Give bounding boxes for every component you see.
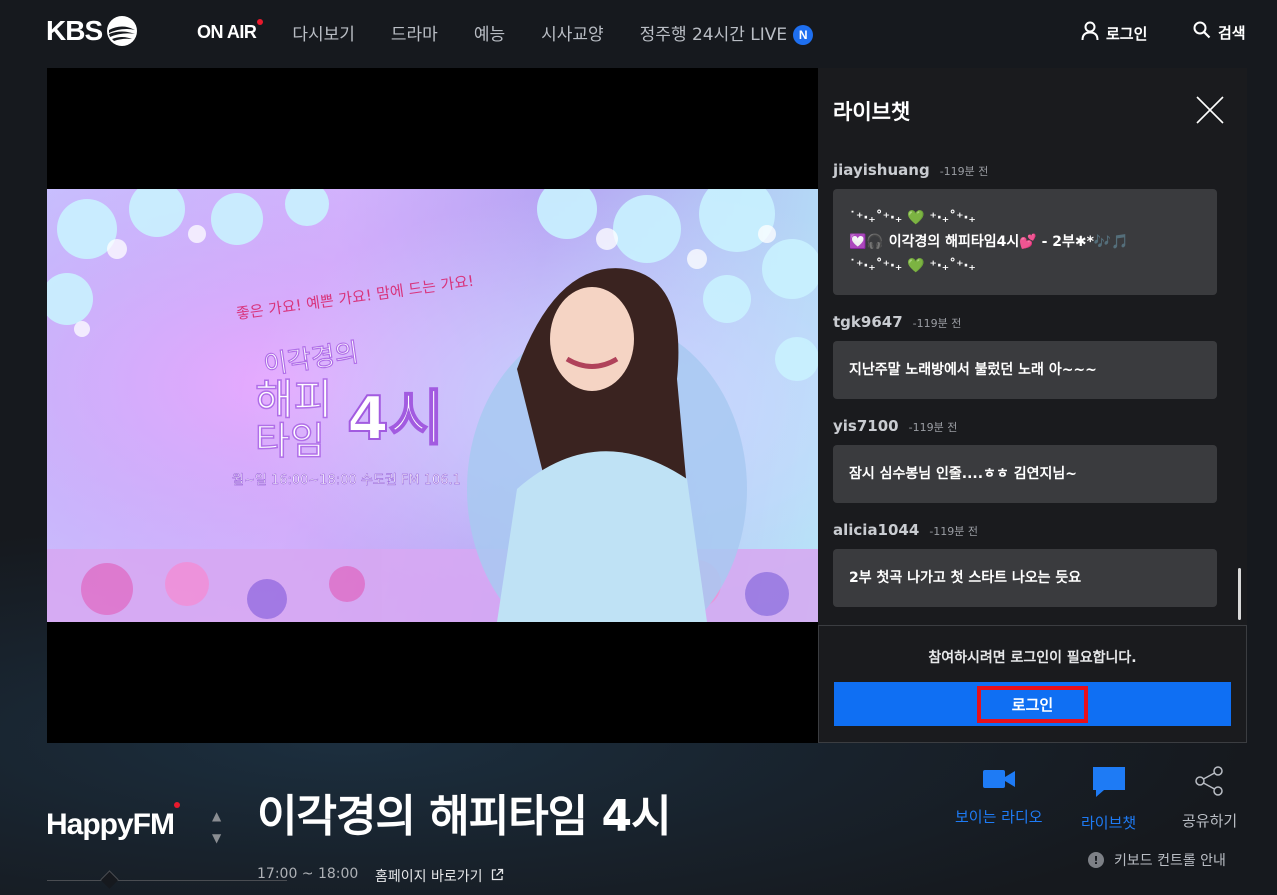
chat-message: tgk9647 -119분 전 지난주말 노래방에서 불렀던 노래 아~~~ bbox=[833, 313, 1217, 399]
video-player[interactable]: 좋은 가요! 예쁜 가요! 맘에 드는 가요! 이각경의 해피 타임 4시 월~… bbox=[47, 68, 818, 743]
live-chat-panel: 라이브챗 jiayishuang -119분 전 ˙⁺‧₊˚⁺‧₊ 💚 ⁺‧₊˚⁺… bbox=[818, 68, 1247, 743]
chat-message: alicia1044 -119분 전 2부 첫곡 나가고 첫 스타트 나오는 듯요 bbox=[833, 521, 1217, 607]
channel-label: HappyFM bbox=[46, 808, 175, 841]
main-nav: ON AIR 다시보기 드라마 예능 시사교양 정주행 24시간 LIVE N bbox=[197, 19, 849, 45]
keyboard-guide-label: 키보드 컨트롤 안내 bbox=[1114, 853, 1226, 869]
external-link-icon bbox=[491, 868, 504, 885]
info-icon: ! bbox=[1088, 852, 1104, 868]
homepage-link[interactable]: 홈페이지 바로가기 bbox=[375, 866, 504, 886]
header-search-button[interactable]: 검색 bbox=[1193, 21, 1246, 43]
login-notice: 참여하시려면 로그인이 필요합니다. bbox=[928, 650, 1137, 666]
channel-up-icon[interactable]: ▲ bbox=[212, 810, 221, 822]
chat-text: ˙⁺‧₊˚⁺‧₊ 💚 ⁺‧₊˚⁺‧₊ bbox=[849, 210, 976, 226]
chat-bubble: 지난주말 노래방에서 불렀던 노래 아~~~ bbox=[833, 341, 1217, 399]
nav-current-affairs[interactable]: 시사교양 bbox=[541, 20, 604, 45]
chat-username: jiayishuang bbox=[833, 161, 930, 179]
chat-username: tgk9647 bbox=[833, 313, 903, 331]
share-icon bbox=[1194, 766, 1226, 800]
chat-message: yis7100 -119분 전 잠시 심수봉님 인줄....ㅎㅎ 김연지님~ bbox=[833, 417, 1217, 503]
share-label: 공유하기 bbox=[1182, 812, 1238, 830]
chat-time: -119분 전 bbox=[939, 165, 989, 178]
chat-scrollbar[interactable] bbox=[1238, 568, 1241, 620]
chat-bubble: 2부 첫곡 나가고 첫 스타트 나오는 듯요 bbox=[833, 549, 1217, 607]
live-chat-label: 라이브챗 bbox=[1081, 814, 1137, 832]
chat-username: yis7100 bbox=[833, 417, 899, 435]
poster-title-line2: 해피 bbox=[255, 375, 332, 424]
chat-text: 💟🎧 이각경의 해피타임4시💕 - 2부✱*🎶🎵 bbox=[849, 234, 1129, 250]
chat-username: alicia1044 bbox=[833, 521, 920, 539]
chat-login-label: 로그인 bbox=[976, 685, 1089, 723]
live-chat-button[interactable]: 라이브챗 bbox=[1081, 766, 1136, 833]
poster-title-number: 4시 bbox=[347, 384, 444, 454]
nav-24h-live-label: 정주행 24시간 LIVE bbox=[639, 25, 788, 45]
kbs-logo[interactable]: KBS bbox=[46, 15, 138, 47]
poster-title-line3: 타임 bbox=[255, 419, 325, 463]
video-radio-button[interactable]: 보이는 라디오 bbox=[955, 766, 1043, 827]
chat-time: -119분 전 bbox=[929, 525, 979, 538]
nav-on-air[interactable]: ON AIR bbox=[197, 19, 264, 43]
logo-text: KBS bbox=[46, 15, 103, 46]
chat-time: -119분 전 bbox=[908, 421, 958, 434]
nav-drama[interactable]: 드라마 bbox=[391, 20, 438, 45]
video-radio-label: 보이는 라디오 bbox=[955, 808, 1043, 826]
chat-close-button[interactable] bbox=[1194, 94, 1226, 126]
chat-message-list[interactable]: jiayishuang -119분 전 ˙⁺‧₊˚⁺‧₊ 💚 ⁺‧₊˚⁺‧₊ 💟🎧… bbox=[833, 161, 1217, 625]
live-dot-icon bbox=[174, 802, 180, 808]
chat-text: 잠시 심수봉님 인줄....ㅎㅎ 김연지님~ bbox=[849, 466, 1077, 482]
channel-switcher: ▲ ▼ bbox=[212, 810, 221, 844]
new-badge: N bbox=[793, 25, 814, 45]
chat-login-button[interactable]: 로그인 bbox=[834, 682, 1231, 726]
user-icon bbox=[1081, 21, 1099, 45]
search-icon bbox=[1193, 21, 1211, 43]
chat-title: 라이브챗 bbox=[833, 100, 911, 124]
chat-text: 2부 첫곡 나가고 첫 스타트 나오는 듯요 bbox=[849, 570, 1082, 586]
nav-24h-live[interactable]: 정주행 24시간 LIVE N bbox=[640, 20, 814, 45]
share-button[interactable]: 공유하기 bbox=[1182, 766, 1237, 831]
chat-time: -119분 전 bbox=[912, 317, 962, 330]
keyboard-guide-button[interactable]: ! 키보드 컨트롤 안내 bbox=[1088, 850, 1226, 870]
chat-message: jiayishuang -119분 전 ˙⁺‧₊˚⁺‧₊ 💚 ⁺‧₊˚⁺‧₊ 💟🎧… bbox=[833, 161, 1217, 295]
video-camera-icon bbox=[982, 766, 1016, 796]
chat-bubble-icon bbox=[1092, 766, 1126, 802]
close-icon bbox=[1196, 96, 1224, 124]
header-search-label: 검색 bbox=[1218, 23, 1246, 42]
tooltip-pointer bbox=[47, 880, 287, 895]
chat-bubble: ˙⁺‧₊˚⁺‧₊ 💚 ⁺‧₊˚⁺‧₊ 💟🎧 이각경의 해피타임4시💕 - 2부✱… bbox=[833, 189, 1217, 295]
chat-text: 지난주말 노래방에서 불렀던 노래 아~~~ bbox=[849, 362, 1097, 378]
poster-schedule: 월~일 16:00~18:00 수도권 FM 106.1 bbox=[232, 473, 461, 488]
nav-on-air-label: ON AIR bbox=[197, 22, 257, 42]
kbs-globe-icon bbox=[106, 15, 138, 47]
nav-entertainment[interactable]: 예능 bbox=[474, 20, 505, 45]
homepage-link-label: 홈페이지 바로가기 bbox=[375, 869, 483, 885]
channel-name: HappyFM bbox=[46, 802, 180, 842]
chat-text: ˙⁺‧₊˚⁺‧₊ 💚 ⁺‧₊˚⁺‧₊ bbox=[849, 258, 976, 274]
top-header: KBS ON AIR 다시보기 드라마 예능 시사교양 정주행 24시간 LIV… bbox=[0, 0, 1277, 66]
header-login-button[interactable]: 로그인 bbox=[1081, 21, 1147, 45]
live-dot-icon bbox=[257, 19, 264, 25]
program-title: 이각경의 해피타임 4시 bbox=[257, 791, 672, 842]
header-login-label: 로그인 bbox=[1106, 24, 1148, 43]
channel-down-icon[interactable]: ▼ bbox=[212, 832, 221, 844]
chat-bubble: 잠시 심수봉님 인줄....ㅎㅎ 김연지님~ bbox=[833, 445, 1217, 503]
nav-replay[interactable]: 다시보기 bbox=[292, 20, 355, 45]
program-poster-image: 좋은 가요! 예쁜 가요! 맘에 드는 가요! 이각경의 해피 타임 4시 월~… bbox=[47, 189, 818, 622]
chat-login-area: 참여하시려면 로그인이 필요합니다. 로그인 bbox=[818, 625, 1247, 743]
